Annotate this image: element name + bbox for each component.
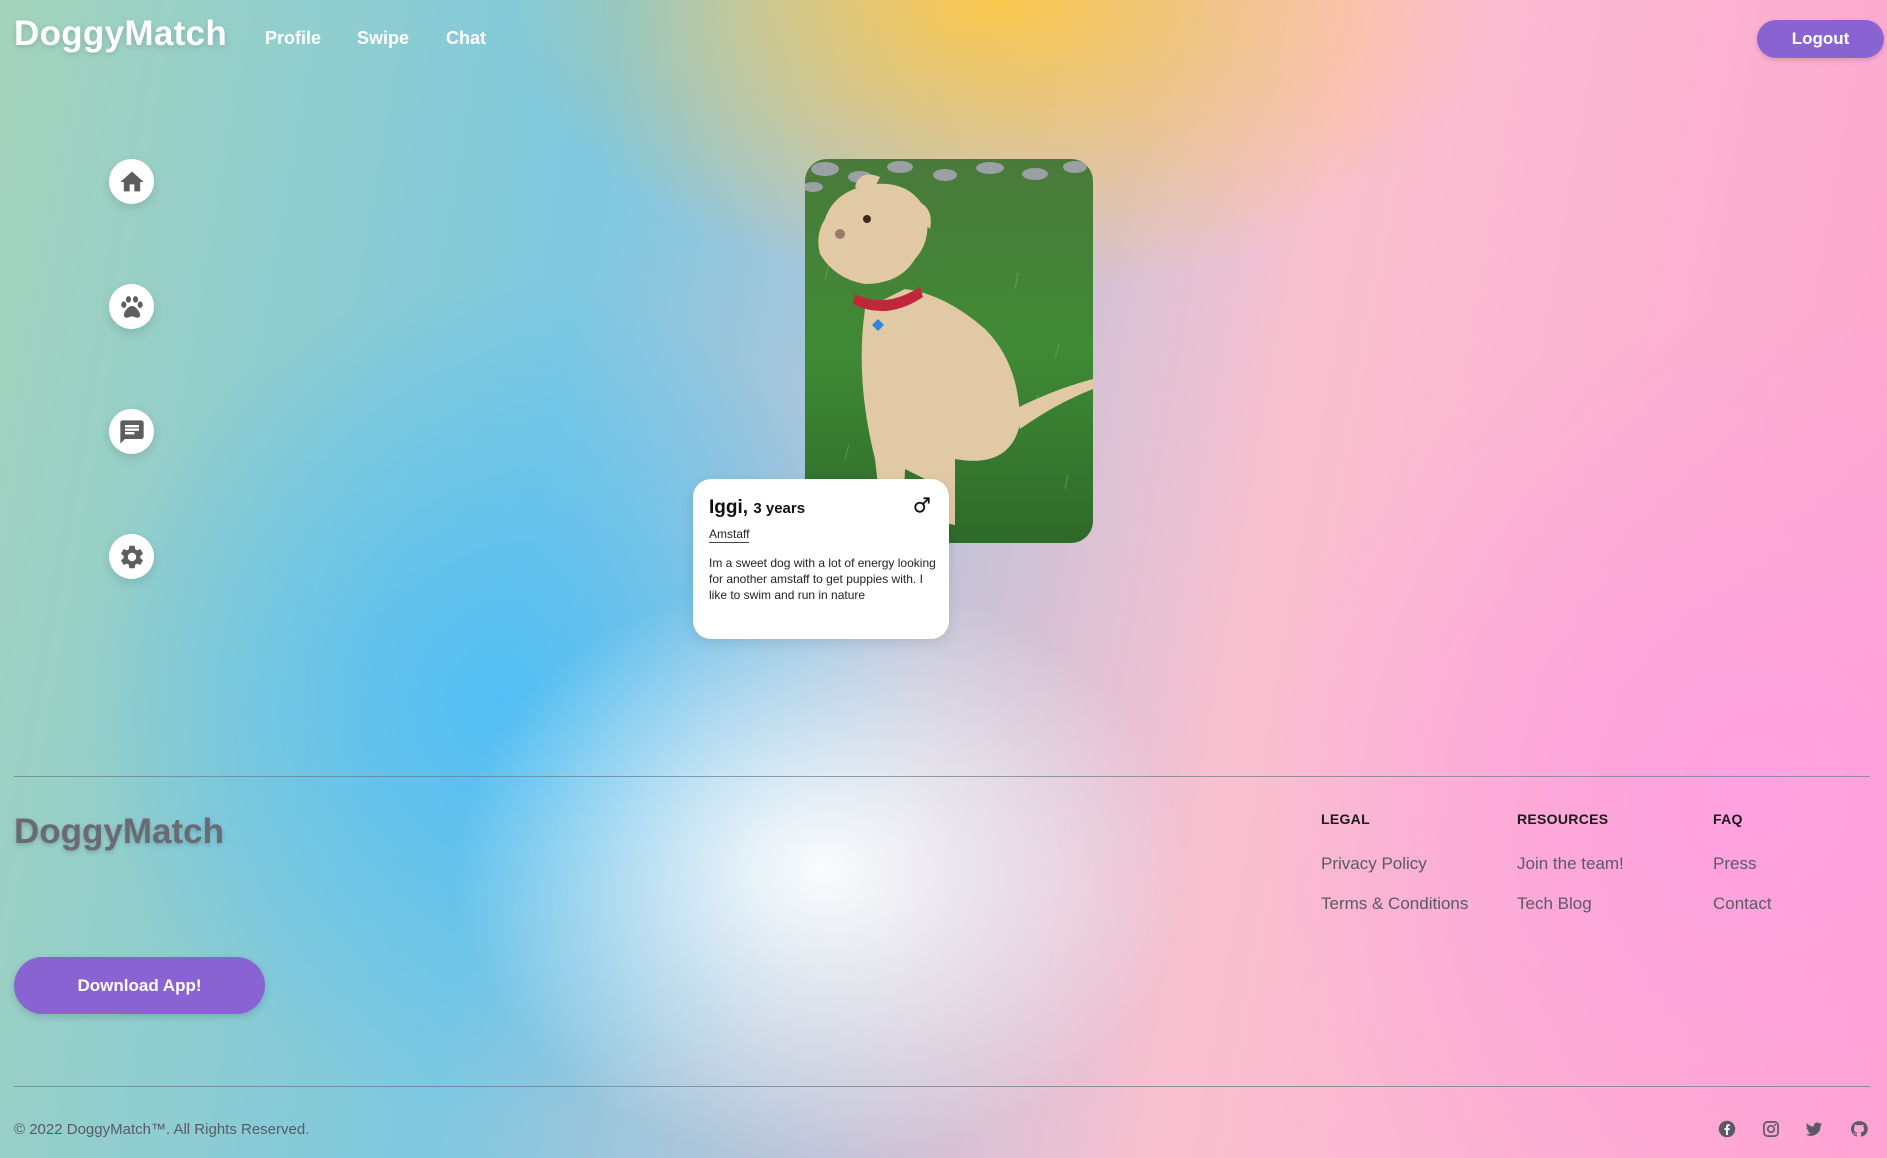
sidebar-item-chat[interactable] [109,409,154,454]
instagram-icon[interactable] [1760,1118,1782,1140]
footer-heading-faq: FAQ [1713,811,1743,827]
dog-breed: Amstaff [709,527,750,543]
footer-divider-top [14,776,1870,777]
link-press[interactable]: Press [1713,854,1756,874]
nav-swipe[interactable]: Swipe [357,28,409,49]
brand-logo[interactable]: DoggyMatch [14,14,227,54]
profile-card[interactable]: Iggi, 3 years Amstaff Im a sweet dog wit… [693,479,949,639]
nav-chat[interactable]: Chat [446,28,486,49]
link-privacy-policy[interactable]: Privacy Policy [1321,854,1427,874]
footer-heading-legal: LEGAL [1321,811,1370,827]
nav-profile[interactable]: Profile [265,28,321,49]
top-navbar: DoggyMatch Profile Swipe Chat Logout [0,0,1887,80]
copyright-text: © 2022 DoggyMatch™. All Rights Reserved. [14,1121,310,1138]
dog-name-text: Iggi, [709,497,749,518]
facebook-icon[interactable] [1716,1118,1738,1140]
dog-bio: Im a sweet dog with a lot of energy look… [709,556,936,602]
male-icon [913,496,931,519]
download-app-button[interactable]: Download App! [14,957,265,1014]
dog-age: 3 years [753,500,806,517]
home-icon [119,171,144,191]
link-contact[interactable]: Contact [1713,894,1772,914]
twitter-icon[interactable] [1803,1118,1825,1140]
logout-button[interactable]: Logout [1757,20,1884,58]
sidebar-item-settings[interactable] [109,534,154,579]
link-terms-conditions[interactable]: Terms & Conditions [1321,894,1468,914]
link-join-team[interactable]: Join the team! [1517,854,1624,874]
paw-icon [120,295,143,318]
sidebar-item-home[interactable] [109,159,154,204]
sidebar-item-swipe[interactable] [109,284,154,329]
github-icon[interactable] [1848,1118,1870,1140]
footer-divider-bottom [14,1086,1870,1087]
dog-name: Iggi, 3 years [709,497,805,519]
footer-heading-resources: RESOURCES [1517,811,1609,827]
gear-icon [120,545,143,568]
footer-brand-logo[interactable]: DoggyMatch [14,812,224,852]
chat-icon [119,419,144,444]
link-tech-blog[interactable]: Tech Blog [1517,894,1592,914]
